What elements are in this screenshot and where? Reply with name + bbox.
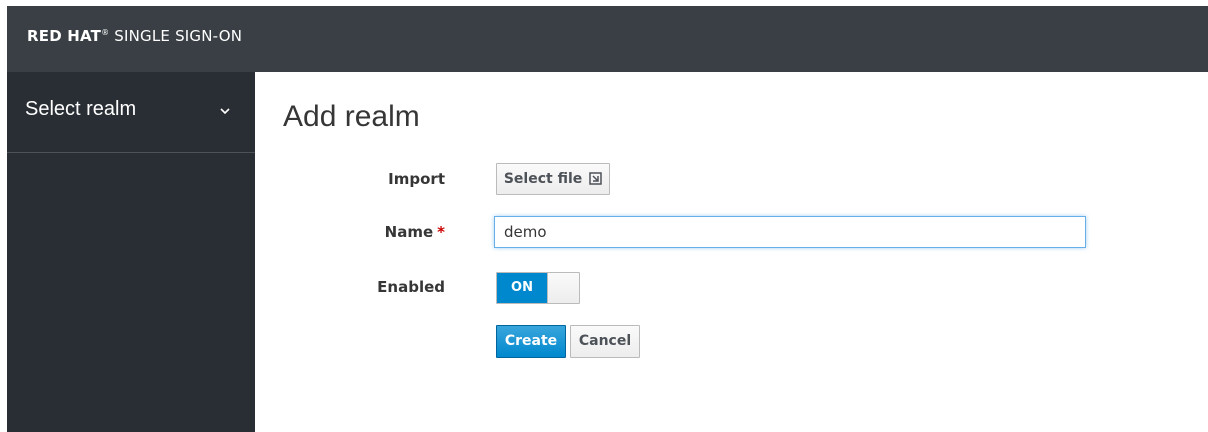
file-import-icon: [589, 172, 602, 185]
page-title: Add realm: [283, 100, 420, 133]
realm-selector-label: Select realm: [25, 98, 137, 120]
name-label: Name *: [384, 223, 445, 241]
brand-logo: RED HAT® SINGLE SIGN-ON: [27, 27, 243, 45]
name-input[interactable]: [494, 216, 1086, 248]
app-frame: RED HAT® SINGLE SIGN-ON Select realm Add…: [0, 0, 1208, 432]
top-navbar: RED HAT® SINGLE SIGN-ON: [7, 6, 1208, 72]
sidebar: Select realm: [7, 72, 255, 432]
chevron-down-icon: [220, 108, 230, 115]
toggle-handle: [547, 273, 579, 303]
create-button[interactable]: Create: [496, 325, 566, 358]
enabled-label: Enabled: [377, 278, 445, 296]
select-file-button[interactable]: Select file: [496, 163, 610, 195]
realm-selector[interactable]: Select realm: [7, 72, 255, 153]
required-marker: *: [437, 223, 445, 241]
select-file-label: Select file: [503, 171, 583, 187]
enabled-toggle[interactable]: ON: [496, 272, 580, 304]
cancel-button[interactable]: Cancel: [570, 325, 640, 358]
brand-regular-text: SINGLE SIGN-ON: [114, 27, 243, 45]
brand-bold-text: RED HAT: [27, 27, 102, 45]
import-label: Import: [388, 170, 445, 188]
toggle-on-label: ON: [497, 273, 547, 303]
main-content: Add realm Import Select file Name* Enabl…: [255, 72, 1208, 432]
